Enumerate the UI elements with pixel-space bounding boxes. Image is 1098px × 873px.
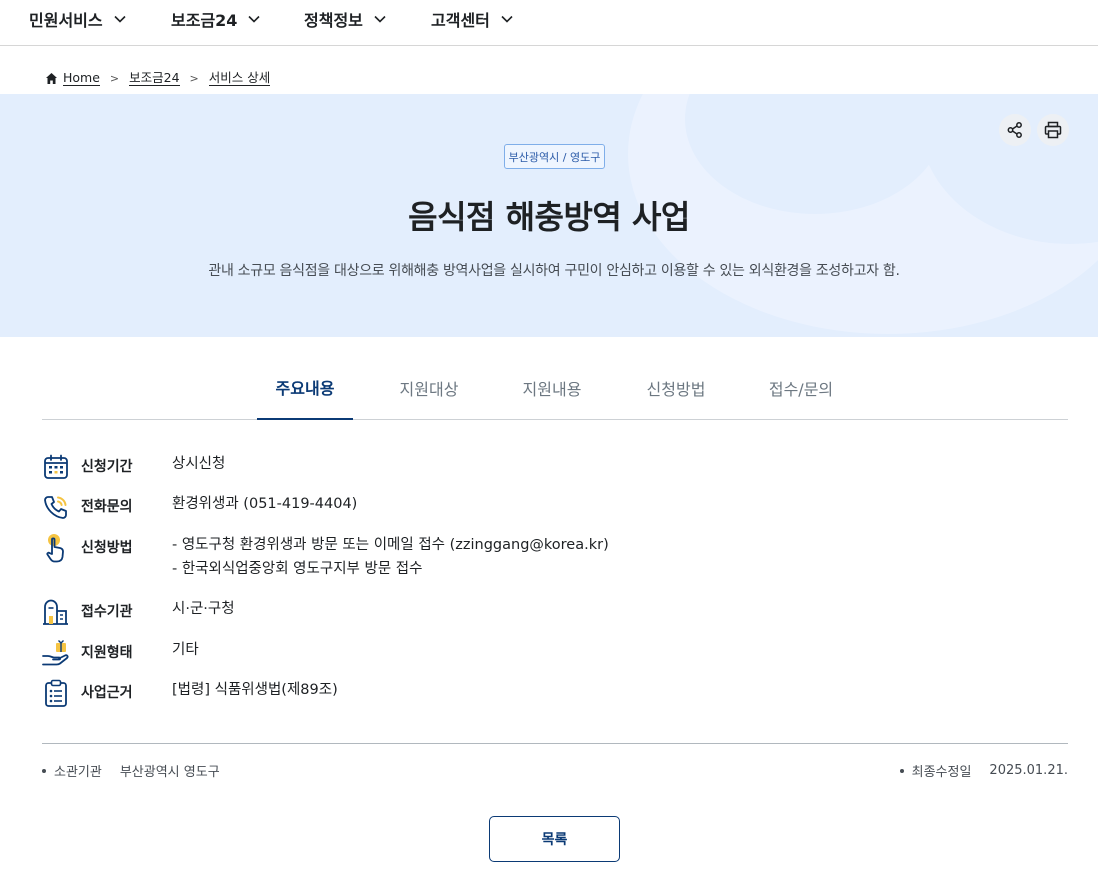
info-period: 신청기간 상시신청 <box>42 453 225 481</box>
meta-key: 소관기관 <box>54 765 102 780</box>
meta-organization: 소관기관 부산광역시 영도구 <box>42 761 220 780</box>
bullet-icon <box>42 768 46 773</box>
calendar-icon <box>42 453 70 481</box>
info-label: 신청방법 <box>81 540 133 556</box>
home-icon <box>46 72 57 84</box>
meta-key: 최종수정일 <box>911 765 972 780</box>
tab-application-method[interactable]: 신청방법 <box>628 356 724 419</box>
chevron-down-icon <box>114 15 126 23</box>
breadcrumb-home-link[interactable]: Home <box>63 70 100 86</box>
nav-customer-center[interactable]: 고객센터 <box>431 8 514 30</box>
method-line: - 영도구청 환경위생과 방문 또는 이메일 접수 (zzinggang@kor… <box>172 537 609 553</box>
breadcrumb: Home > 보조금24 > 서비스 상세 <box>45 68 271 88</box>
chevron-right-icon: > <box>189 71 199 85</box>
nav-label: 정책정보 <box>304 11 363 30</box>
building-icon <box>42 598 70 626</box>
nav-label: 고객센터 <box>431 11 490 30</box>
nav-civil-service[interactable]: 민원서비스 <box>29 8 127 30</box>
hand-pointer-icon <box>42 534 70 563</box>
info-label: 전화문의 <box>81 499 133 515</box>
info-method: 신청방법 - 영도구청 환경위생과 방문 또는 이메일 접수 (zzinggan… <box>42 534 609 577</box>
nav-subsidy24[interactable]: 보조금24 <box>171 8 261 30</box>
print-icon <box>1044 121 1062 139</box>
phone-icon <box>42 493 70 521</box>
nav-policy-info[interactable]: 정책정보 <box>304 8 387 30</box>
info-label: 접수기관 <box>81 604 133 620</box>
info-type: 지원형태 기타 <box>42 639 199 667</box>
info-value: 환경위생과 (051-419-4404) <box>172 496 358 512</box>
info-value: 시·군·구청 <box>172 601 235 617</box>
breadcrumb-home[interactable]: Home <box>45 70 100 86</box>
meta-value: 2025.01.21. <box>989 763 1068 778</box>
info-label: 지원형태 <box>81 645 133 661</box>
nav-label: 보조금24 <box>171 11 238 30</box>
bullet-icon <box>899 768 904 773</box>
info-value: [법령] 식품위생법(제89조) <box>172 682 338 698</box>
chevron-right-icon: > <box>109 71 120 85</box>
region-badge: 부산광역시 / 영도구 <box>504 144 605 169</box>
breadcrumb-service-detail[interactable]: 서비스 상세 <box>208 70 271 86</box>
service-hero: 부산광역시 / 영도구 음식점 해충방역 사업 관내 소규모 음식점을 대상으로… <box>0 94 1098 337</box>
list-button[interactable]: 목록 <box>489 816 620 862</box>
share-icon <box>1007 122 1022 138</box>
tab-eligibility[interactable]: 지원대상 <box>381 356 477 419</box>
tab-support-details[interactable]: 지원내용 <box>504 356 600 419</box>
info-agency: 접수기관 시·군·구청 <box>42 598 235 626</box>
service-meta: 소관기관 부산광역시 영도구 최종수정일 2025.01.21. <box>42 743 1068 793</box>
tab-main-content[interactable]: 주요내용 <box>257 356 353 420</box>
info-value: 기타 <box>172 642 199 658</box>
info-label: 신청기간 <box>81 459 133 475</box>
service-description: 관내 소규모 음식점을 대상으로 위해해충 방역사업을 실시하여 구민이 안심하… <box>208 263 900 279</box>
info-value: 상시신청 <box>172 456 226 472</box>
breadcrumb-subsidy24[interactable]: 보조금24 <box>129 70 180 86</box>
meta-updated: 최종수정일 2025.01.21. <box>899 761 1068 780</box>
chevron-down-icon <box>501 15 513 23</box>
chevron-down-icon <box>248 15 261 23</box>
hand-gift-icon <box>42 639 70 667</box>
tab-contact[interactable]: 접수/문의 <box>753 356 849 419</box>
info-basis: 사업근거 [법령] 식품위생법(제89조) <box>42 679 338 707</box>
clipboard-icon <box>42 679 70 707</box>
page-title: 음식점 해충방역 사업 <box>408 198 690 236</box>
top-navigation: 민원서비스 보조금24 정책정보 고객센터 <box>0 0 1098 46</box>
nav-label: 민원서비스 <box>29 11 103 30</box>
content-tabs: 주요내용 지원대상 지원내용 신청방법 접수/문의 <box>42 356 1068 420</box>
info-label: 사업근거 <box>81 685 133 701</box>
method-line: - 한국외식업중앙회 영도구지부 방문 접수 <box>172 561 423 577</box>
info-value: - 영도구청 환경위생과 방문 또는 이메일 접수 (zzinggang@kor… <box>172 533 609 581</box>
info-phone: 전화문의 환경위생과 (051-419-4404) <box>42 493 357 521</box>
print-button[interactable] <box>1037 114 1069 146</box>
chevron-down-icon <box>374 15 386 23</box>
meta-value: 부산광역시 영도구 <box>119 765 220 780</box>
share-button[interactable] <box>999 114 1031 146</box>
